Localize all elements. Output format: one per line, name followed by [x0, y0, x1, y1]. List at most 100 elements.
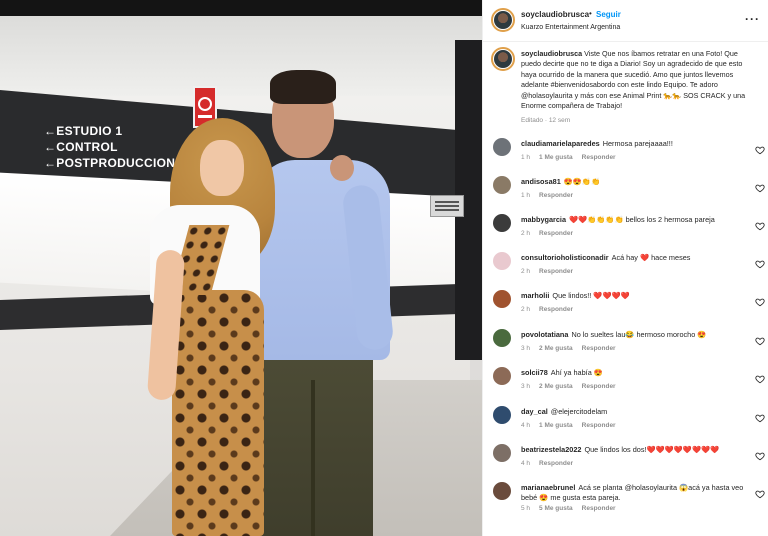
commenter-avatar[interactable]: [493, 138, 511, 156]
comment-time: 2 h: [521, 230, 531, 237]
heart-outline-icon[interactable]: [755, 183, 765, 193]
comment-time: 3 h: [521, 383, 531, 390]
author-avatar[interactable]: [491, 8, 515, 32]
commenter-username[interactable]: marianaebrunel: [521, 483, 575, 492]
commenter-username[interactable]: povolotatiana: [521, 330, 568, 339]
screenshot-root: ←ESTUDIO 1 ←CONTROL ←POSTPRODUCCION soyc…: [0, 0, 768, 536]
heart-outline-icon[interactable]: [755, 297, 765, 307]
heart-outline-icon[interactable]: [755, 413, 765, 423]
follow-button[interactable]: Seguir: [596, 10, 621, 19]
heart-outline-icon[interactable]: [755, 489, 765, 499]
comment-meta: 3 h 2 Me gusta Responder: [521, 345, 625, 352]
comment-body: consultorioholisticonadir Acá hay ❤️ hace…: [521, 253, 753, 263]
commenter-username[interactable]: consultorioholisticonadir: [521, 253, 609, 262]
commenter-username[interactable]: claudiamarielaparedes: [521, 139, 600, 148]
comment-like-count[interactable]: 1 Me gusta: [539, 154, 573, 161]
caption-text-block: soyclaudiobrusca Viste Que nos íbamos re…: [521, 49, 757, 111]
more-horizontal-icon[interactable]: ···: [745, 12, 760, 26]
comment-meta: 1 h Responder: [521, 192, 582, 199]
comment-body: solcii78 Ahí ya había 😍: [521, 368, 753, 378]
comment-like-count[interactable]: 1 Me gusta: [539, 422, 573, 429]
comment-like-count[interactable]: 2 Me gusta: [539, 383, 573, 390]
post-caption: soyclaudiobrusca Viste Que nos íbamos re…: [483, 45, 768, 135]
post-photo: ←ESTUDIO 1 ←CONTROL ←POSTPRODUCCION: [0, 0, 482, 536]
comment-text: Que lindos los dos!❤️❤️❤️❤️❤️❤️❤️❤️: [584, 445, 720, 454]
comment-time: 5 h: [521, 505, 531, 512]
comment-like-count[interactable]: 2 Me gusta: [539, 345, 573, 352]
commenter-username[interactable]: day_cal: [521, 407, 548, 416]
man-hand: [330, 155, 354, 181]
reply-button[interactable]: Responder: [582, 383, 616, 390]
author-username[interactable]: soyclaudiobrusca: [521, 10, 589, 19]
commenter-avatar[interactable]: [493, 367, 511, 385]
comment-time: 2 h: [521, 268, 531, 275]
reply-button[interactable]: Responder: [582, 422, 616, 429]
reply-button[interactable]: Responder: [539, 268, 573, 275]
caption-author-avatar[interactable]: [491, 47, 515, 71]
comment-meta: 1 h 1 Me gusta Responder: [521, 154, 625, 161]
commenter-avatar[interactable]: [493, 290, 511, 308]
post-sidebar: soyclaudiobrusca • Seguir Kuarzo Enterta…: [482, 0, 768, 536]
reply-button[interactable]: Responder: [539, 306, 573, 313]
commenter-username[interactable]: beatrizestela2022: [521, 445, 581, 454]
comment-body: andisosa81 😍😍👏👏: [521, 177, 753, 187]
comment-time: 4 h: [521, 460, 531, 467]
caption-username[interactable]: soyclaudiobrusca: [521, 49, 582, 58]
comment-time: 1 h: [521, 154, 531, 161]
reply-button[interactable]: Responder: [582, 505, 616, 512]
sign-estudio: ←ESTUDIO 1: [44, 124, 123, 138]
comment-body: mabbygarcia ❤️❤️👏👏👏👏 bellos los 2 hermosa…: [521, 215, 753, 225]
post-header: soyclaudiobrusca • Seguir Kuarzo Enterta…: [483, 0, 768, 42]
photo-top-border: [0, 0, 482, 16]
comment-body: marholii Que lindos!! ❤️❤️❤️❤️: [521, 291, 753, 301]
commenter-username[interactable]: andisosa81: [521, 177, 561, 186]
commenter-avatar[interactable]: [493, 482, 511, 500]
caption-meta: Editado · 12 sem: [521, 117, 571, 124]
heart-outline-icon[interactable]: [755, 336, 765, 346]
commenter-avatar[interactable]: [493, 406, 511, 424]
comment-meta: 2 h Responder: [521, 230, 582, 237]
comment-item: beatrizestela2022 Que lindos los dos!❤️❤️…: [483, 441, 768, 479]
reply-button[interactable]: Responder: [539, 192, 573, 199]
commenter-avatar[interactable]: [493, 329, 511, 347]
heart-outline-icon[interactable]: [755, 145, 765, 155]
comment-body: marianaebrunel Acá se planta @holasoylaur…: [521, 483, 753, 503]
comment-meta: 3 h 2 Me gusta Responder: [521, 383, 625, 390]
sign-control: ←CONTROL: [44, 140, 118, 154]
comment-body: povolotatiana No lo sueltes lau😂 hermoso …: [521, 330, 753, 340]
heart-outline-icon[interactable]: [755, 451, 765, 461]
author-location[interactable]: Kuarzo Entertainment Argentina: [521, 24, 620, 31]
photo-ceiling: [0, 16, 482, 96]
comment-meta: 4 h 1 Me gusta Responder: [521, 422, 625, 429]
commenter-username[interactable]: marholii: [521, 291, 549, 300]
comment-item: marianaebrunel Acá se planta @holasoylaur…: [483, 479, 768, 517]
comment-time: 1 h: [521, 192, 531, 199]
comment-meta: 2 h Responder: [521, 268, 582, 275]
comment-text: Que lindos!! ❤️❤️❤️❤️: [552, 291, 630, 300]
comment-body: day_cal @elejercitodelam: [521, 407, 753, 417]
man-hair: [270, 70, 336, 104]
header-separator: •: [589, 9, 592, 18]
commenter-username[interactable]: mabbygarcia: [521, 215, 566, 224]
reply-button[interactable]: Responder: [539, 460, 573, 467]
reply-button[interactable]: Responder: [539, 230, 573, 237]
comment-item: day_cal @elejercitodelam 4 h 1 Me gusta Resp…: [483, 403, 768, 441]
comment-body: beatrizestela2022 Que lindos los dos!❤️❤️…: [521, 445, 753, 455]
reply-button[interactable]: Responder: [582, 154, 616, 161]
heart-outline-icon[interactable]: [755, 259, 765, 269]
commenter-username[interactable]: solcii78: [521, 368, 548, 377]
man-pants: [255, 350, 373, 536]
comment-item: solcii78 Ahí ya había 😍 3 h 2 Me gusta Respo…: [483, 364, 768, 402]
commenter-avatar[interactable]: [493, 176, 511, 194]
reply-button[interactable]: Responder: [582, 345, 616, 352]
woman-leopard-pants: [172, 290, 264, 536]
heart-outline-icon[interactable]: [755, 374, 765, 384]
comment-body: claudiamarielaparedes Hermosa parejaaaa!!…: [521, 139, 753, 149]
comment-item: andisosa81 😍😍👏👏 1 h Responder: [483, 173, 768, 211]
heart-outline-icon[interactable]: [755, 221, 765, 231]
commenter-avatar[interactable]: [493, 444, 511, 462]
commenter-avatar[interactable]: [493, 214, 511, 232]
commenter-avatar[interactable]: [493, 252, 511, 270]
comment-like-count[interactable]: 5 Me gusta: [539, 505, 573, 512]
comment-text: Hermosa parejaaaa!!!: [602, 139, 673, 148]
